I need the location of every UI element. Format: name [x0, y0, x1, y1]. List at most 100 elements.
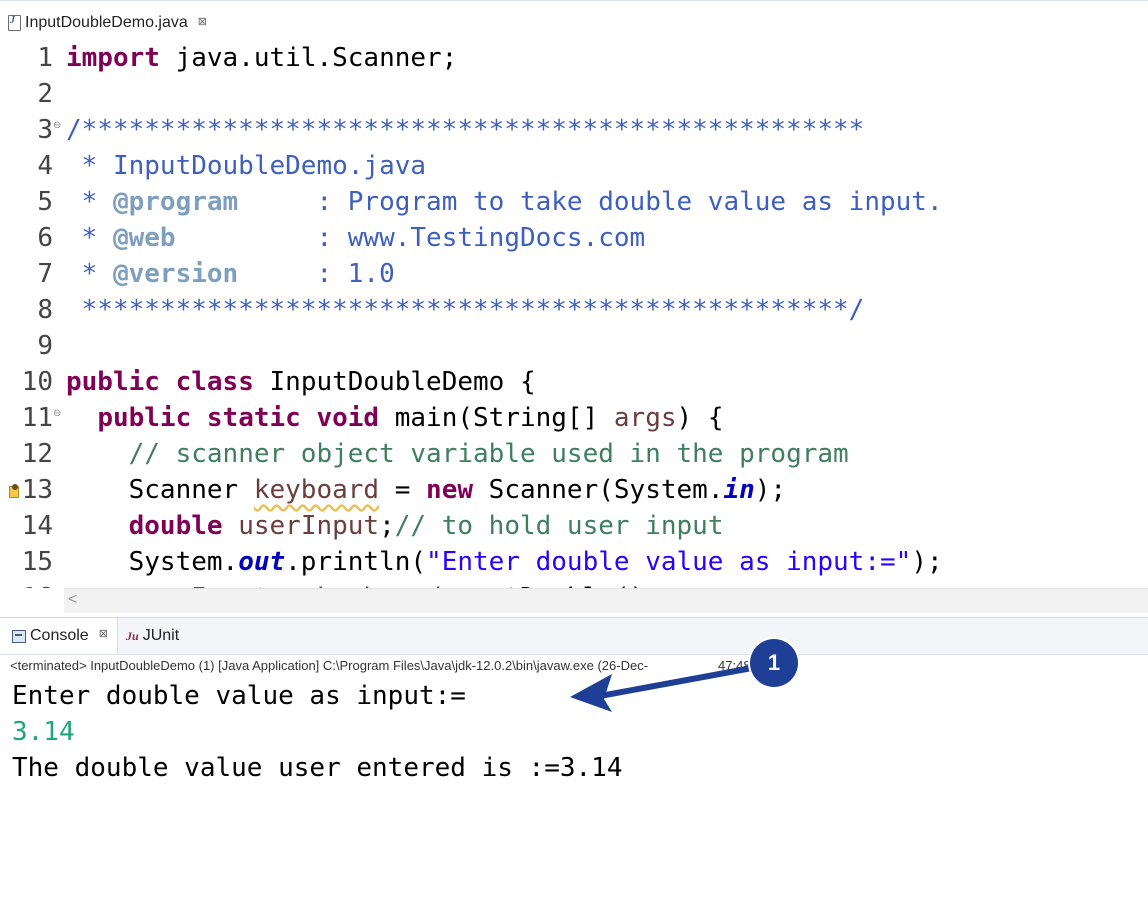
code-token: = [379, 475, 427, 505]
line-number: 3 [37, 115, 53, 145]
code-token: Scanner [66, 475, 254, 505]
scroll-left-icon[interactable]: < [68, 591, 77, 609]
line-number: 4 [37, 151, 53, 181]
code-line[interactable]: 15 System.out.println("Enter double valu… [0, 544, 1148, 580]
code-token: // to hold user input [394, 511, 724, 541]
line-number: 10 [21, 367, 53, 397]
code-token: @web [112, 223, 176, 253]
line-number: 11 [21, 403, 53, 433]
code-line[interactable]: 12 // scanner object variable used in th… [0, 436, 1148, 472]
code-line[interactable]: 13 Scanner keyboard = new Scanner(System… [0, 472, 1148, 508]
code-token: : 1.0 [238, 259, 395, 289]
code-text: * @web : www.TestingDocs.com [66, 220, 646, 256]
line-number: 9 [37, 331, 53, 361]
line-number: 15 [21, 547, 53, 577]
code-line[interactable]: 1 import java.util.Scanner; [0, 40, 1148, 76]
view-tab-bar: Console ⊠ Ju JUnit [0, 617, 1148, 655]
tab-junit[interactable]: Ju JUnit [126, 618, 179, 654]
warning-marker-icon[interactable] [9, 484, 21, 498]
code-token: * [66, 187, 113, 217]
line-number: 14 [21, 511, 53, 541]
line-number: 6 [37, 223, 53, 253]
code-line[interactable]: 11 ⊖ public static void main(String[] arg… [0, 400, 1148, 436]
console-status-text: <terminated> InputDoubleDemo (1) [Java A… [10, 658, 649, 673]
close-icon[interactable]: ⊠ [198, 15, 207, 28]
code-token: public [97, 403, 192, 433]
junit-icon: Ju [126, 628, 139, 643]
code-token: main(String[] [379, 403, 614, 433]
code-text: System.out.println("Enter double value a… [66, 544, 943, 580]
code-text: public static void main(String[] args) { [66, 400, 724, 436]
code-text: ****************************************… [66, 292, 865, 328]
code-line[interactable]: 10 public class InputDoubleDemo { [0, 364, 1148, 400]
code-token: Scanner(System. [473, 475, 724, 505]
code-text: /***************************************… [66, 112, 864, 148]
code-token: double [128, 511, 223, 541]
code-token: ; [379, 511, 395, 541]
code-token: @version [112, 259, 239, 289]
code-token: /***************************************… [66, 115, 865, 145]
code-line[interactable]: 6 * @web : www.TestingDocs.com [0, 220, 1148, 256]
console-status-line: <terminated> InputDoubleDemo (1) [Java A… [10, 655, 777, 677]
line-number: 2 [37, 79, 53, 109]
code-line[interactable]: 9 [0, 328, 1148, 364]
code-token: .println( [285, 547, 427, 577]
code-text: double userInput;// to hold user input [66, 508, 724, 544]
close-icon[interactable]: ⊠ [99, 627, 108, 640]
editor-horizontal-scrollbar[interactable]: < [64, 588, 1148, 613]
code-text: import java.util.Scanner; [66, 40, 457, 76]
code-editor[interactable]: 1 import java.util.Scanner; 2 3 ⊖/**********… [0, 40, 1148, 588]
editor-tab-label: InputDoubleDemo.java [25, 14, 188, 31]
line-number: 5 [37, 187, 53, 217]
code-token: // scanner object variable used in the p… [128, 439, 849, 469]
code-line[interactable]: 8 **************************************… [0, 292, 1148, 328]
tab-console[interactable]: Console ⊠ [0, 618, 118, 654]
code-line[interactable]: 5 * @program : Program to take double va… [0, 184, 1148, 220]
code-token: static [206, 403, 301, 433]
code-token: void [316, 403, 380, 433]
code-token: import [66, 43, 160, 73]
editor-tab-inputdoubledemo[interactable]: InputDoubleDemo.java ⊠ [8, 9, 207, 37]
code-token: ) { [676, 403, 724, 433]
code-text: Scanner keyboard = new Scanner(System.in… [66, 472, 786, 508]
code-token: in [723, 475, 755, 505]
code-token: System. [66, 547, 239, 577]
code-token: class [175, 367, 254, 397]
code-token: * InputDoubleDemo.java [66, 151, 427, 181]
code-token: out [238, 547, 286, 577]
line-number: 8 [37, 295, 53, 325]
code-text: userInput = keyboard.nextDouble(); [66, 580, 661, 588]
code-token: ****************************************… [66, 295, 865, 325]
fold-toggle-icon[interactable]: ⊖ [53, 112, 61, 140]
code-line[interactable]: 7 * @version : 1.0 [0, 256, 1148, 292]
line-number: 13 [21, 475, 53, 505]
code-token: "Enter double value as input:=" [426, 547, 912, 577]
code-line[interactable]: 14 double userInput;// to hold user inpu… [0, 508, 1148, 544]
code-token: * [66, 259, 113, 289]
gutter-spacer [0, 588, 64, 612]
code-text: * InputDoubleDemo.java [66, 148, 426, 184]
tab-junit-label: JUnit [142, 627, 180, 644]
code-token: keyboard [253, 475, 380, 505]
code-token: InputDoubleDemo { [253, 367, 536, 397]
callout-number-badge: 1 [750, 639, 798, 687]
code-token: ); [754, 475, 787, 505]
console-icon [12, 629, 26, 643]
code-token: : www.TestingDocs.com [175, 223, 646, 253]
code-token: : Program to take double value as input. [238, 187, 943, 217]
code-line[interactable]: 4 * InputDoubleDemo.java [0, 148, 1148, 184]
code-line[interactable]: 2 [0, 76, 1148, 112]
code-token: @program [112, 187, 239, 217]
code-line[interactable]: 3 ⊖/*************************************… [0, 112, 1148, 148]
code-token: public [66, 367, 160, 397]
code-token: java.util.Scanner; [159, 43, 458, 73]
code-token: args [613, 403, 677, 433]
fold-toggle-icon[interactable]: ⊖ [53, 400, 61, 428]
code-line[interactable]: 16 userInput = keyboard.nextDouble(); [0, 580, 1148, 588]
console-output-line: Enter double value as input:= [12, 681, 466, 711]
